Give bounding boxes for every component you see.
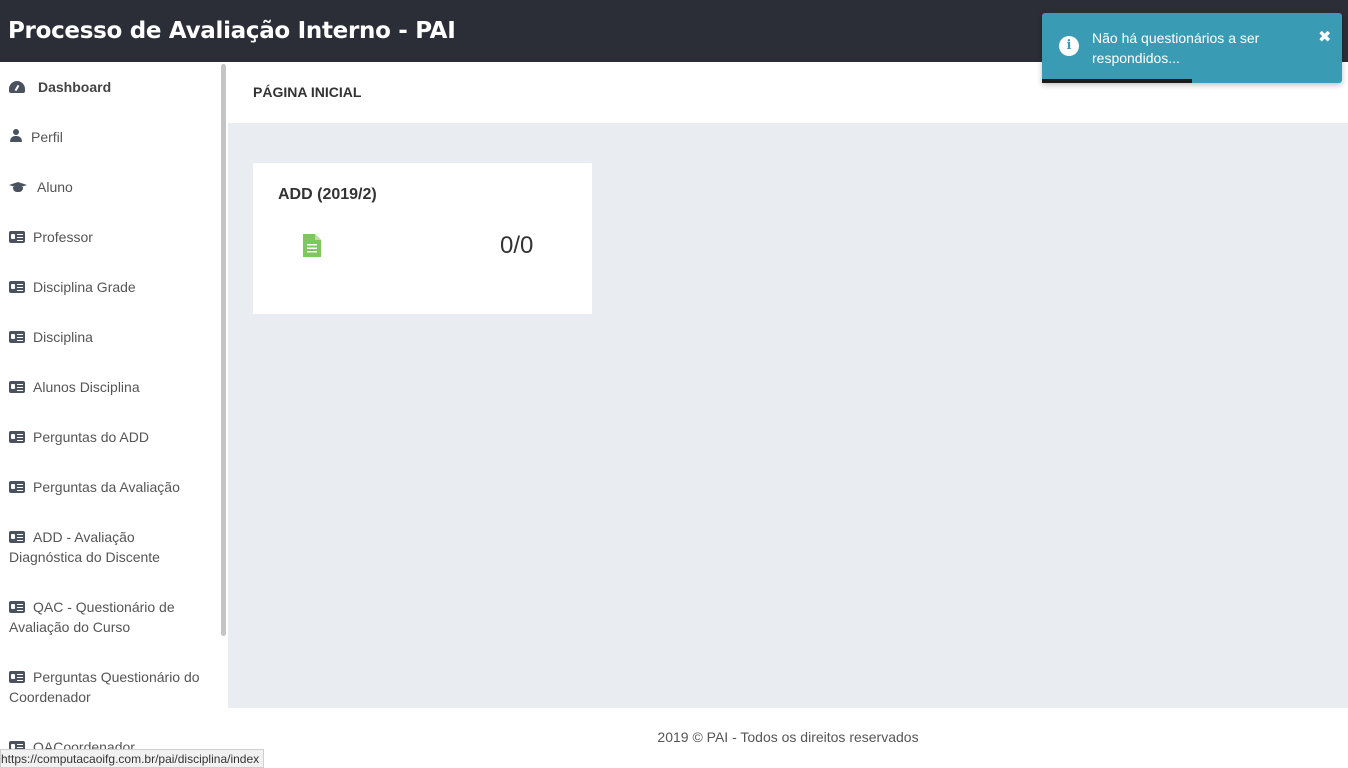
sidebar-item-label: Perguntas da Avaliação	[33, 479, 180, 495]
dashboard-icon	[9, 81, 26, 93]
page-title: PÁGINA INICIAL	[253, 84, 362, 100]
id-card-icon	[9, 231, 25, 243]
close-icon[interactable]: ✖	[1318, 27, 1331, 46]
app-title: Processo de Avaliação Interno - PAI	[8, 18, 456, 44]
id-card-icon	[9, 601, 25, 613]
sidebar-item-label: Perguntas do ADD	[33, 429, 149, 445]
document-icon	[303, 234, 321, 257]
id-card-icon	[9, 671, 25, 683]
graduation-cap-icon	[9, 181, 29, 193]
sidebar	[0, 62, 228, 768]
sidebar-item-perguntas-coordenador[interactable]: Perguntas Questionário do Coordenador	[9, 667, 209, 707]
sidebar-item-dashboard[interactable]: Dashboard	[9, 77, 209, 97]
sidebar-item-perguntas-avaliacao[interactable]: Perguntas da Avaliação	[9, 477, 209, 497]
sidebar-item-professor[interactable]: Professor	[9, 227, 209, 247]
sidebar-scrollbar-thumb[interactable]	[221, 64, 226, 636]
sidebar-item-disciplina[interactable]: Disciplina	[9, 327, 209, 347]
sidebar-item-label: Aluno	[37, 179, 73, 195]
user-icon	[9, 129, 23, 143]
card-title: ADD (2019/2)	[278, 186, 377, 203]
toast-message: Não há questionários a ser respondidos..…	[1092, 30, 1260, 66]
sidebar-item-label: Perguntas Questionário do Coordenador	[9, 669, 200, 705]
id-card-icon	[9, 431, 25, 443]
id-card-icon	[9, 331, 25, 343]
sidebar-item-label: Professor	[33, 229, 93, 245]
sidebar-item-label: ADD - Avaliação Diagnóstica do Discente	[9, 529, 160, 565]
sidebar-item-label: Disciplina	[33, 329, 93, 345]
sidebar-item-label: Perfil	[31, 129, 63, 145]
sidebar-item-perfil[interactable]: Perfil	[9, 127, 209, 147]
sidebar-item-label: Dashboard	[38, 79, 112, 95]
info-icon: i	[1059, 36, 1079, 56]
sidebar-item-qac[interactable]: QAC - Questionário de Avaliação do Curso	[9, 597, 209, 637]
status-bar-url: https://computacaoifg.com.br/pai/discipl…	[0, 749, 265, 768]
sidebar-item-disciplina-grade[interactable]: Disciplina Grade	[9, 277, 209, 297]
sidebar-item-label: QAC - Questionário de Avaliação do Curso	[9, 599, 175, 635]
id-card-icon	[9, 481, 25, 493]
id-card-icon	[9, 531, 25, 543]
toast-progress-bar	[1042, 79, 1192, 83]
sidebar-item-alunos-disciplina[interactable]: Alunos Disciplina	[9, 377, 209, 397]
footer-text: 2019 © PAI - Todos os direitos reservado…	[657, 729, 919, 745]
sidebar-item-add-avaliacao[interactable]: ADD - Avaliação Diagnóstica do Discente	[9, 527, 209, 567]
id-card-icon	[9, 281, 25, 293]
sidebar-item-label: Alunos Disciplina	[33, 379, 140, 395]
id-card-icon	[9, 381, 25, 393]
sidebar-item-perguntas-add[interactable]: Perguntas do ADD	[9, 427, 209, 447]
sidebar-item-aluno[interactable]: Aluno	[9, 177, 209, 197]
card-count: 0/0	[500, 232, 534, 259]
sidebar-item-label: Disciplina Grade	[33, 279, 136, 295]
